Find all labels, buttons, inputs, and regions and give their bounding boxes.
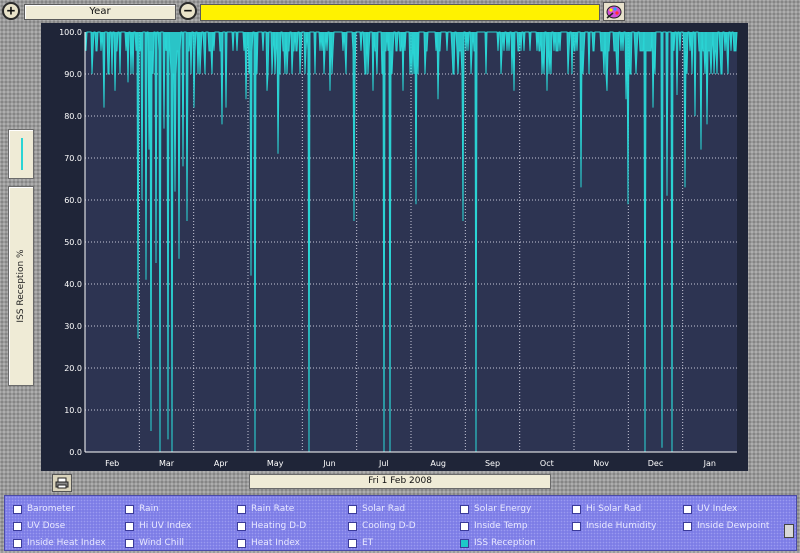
checkbox-icon [348,504,357,514]
status-bar [200,4,600,21]
y-tick-label: 50.0 [64,238,82,247]
x-tick-label: Mar [159,459,175,468]
x-tick-label: Jun [322,459,336,468]
checkbox-icon [683,504,692,514]
sensor-label: Inside Dewpoint [697,521,770,531]
sensor-checkbox-wind-chill[interactable]: Wind Chill [125,536,184,550]
sensor-label: Heat Index [251,538,300,548]
y-tick-label: 0.0 [69,448,82,457]
sensor-label: Hi Solar Rad [586,504,642,514]
date-field[interactable]: Fri 1 Feb 2008 [249,474,551,489]
sensor-checkbox-barometer[interactable]: Barometer [13,502,75,516]
x-tick-label: Nov [593,459,609,468]
sensor-checkbox-uv-index[interactable]: UV Index [683,502,737,516]
sensor-checkbox-hi-uv-index[interactable]: Hi UV Index [125,519,192,533]
sensor-label: UV Index [697,504,738,514]
print-button[interactable] [52,474,72,492]
legend-swatch[interactable] [8,129,34,179]
panel-scroll-button[interactable] [784,524,794,538]
sensor-label: Wind Chill [139,538,184,548]
y-tick-label: 20.0 [64,364,82,373]
series-label-tab[interactable]: ISS Reception % [8,186,34,386]
checkbox-icon [348,538,357,548]
checkbox-icon [125,538,134,548]
sensor-label: Inside Humidity [586,521,657,531]
sensor-checkbox-iss-reception[interactable]: ISS Reception [460,536,536,550]
checkbox-icon [13,521,22,531]
checkbox-icon [460,538,469,548]
checkbox-icon [13,538,22,548]
sensor-label: UV Dose [27,521,66,531]
y-tick-label: 80.0 [64,112,82,121]
checkbox-icon [237,521,246,531]
sensor-checkbox-inside-temp[interactable]: Inside Temp [460,519,528,533]
checkbox-icon [125,521,134,531]
period-selector[interactable]: Year [24,4,176,20]
sensor-checkbox-inside-heat-index[interactable]: Inside Heat Index [13,536,106,550]
sensor-checkbox-inside-dewpoint[interactable]: Inside Dewpoint [683,519,769,533]
sensor-label: Heating D-D [251,521,307,531]
chart-area[interactable]: 0.0 10.0 20.0 30.0 40.0 50.0 60.0 70.0 80.0 90.0 1… [41,23,748,471]
sensor-label: Rain Rate [251,504,295,514]
sensor-checkbox-rain-rate[interactable]: Rain Rate [237,502,294,516]
sensor-label: Rain [139,504,159,514]
y-tick-label: 90.0 [64,70,82,79]
checkbox-icon [237,504,246,514]
sensor-label: Inside Heat Index [27,538,106,548]
x-tick-label: Feb [105,459,119,468]
y-tick-label: 70.0 [64,154,82,163]
sensor-checkbox-heat-index[interactable]: Heat Index [237,536,300,550]
x-tick-label: Oct [540,459,554,468]
x-tick-label: Dec [648,459,663,468]
sensor-checkbox-solar-energy[interactable]: Solar Energy [460,502,531,516]
sensor-label: Solar Rad [362,504,406,514]
sensor-checkbox-heating-d-d[interactable]: Heating D-D [237,519,306,533]
x-tick-label: Jul [378,459,389,468]
paint-tool-button[interactable] [603,2,625,21]
sensor-label: Cooling D-D [362,521,416,531]
paint-palette-icon [606,5,622,19]
checkbox-icon [460,504,469,514]
checkbox-icon [237,538,246,548]
y-tick-label: 40.0 [64,280,82,289]
y-tick-label: 60.0 [64,196,82,205]
chart-svg: 0.0 10.0 20.0 30.0 40.0 50.0 60.0 70.0 80.0 90.0 1… [59,28,738,468]
sensor-checkbox-cooling-d-d[interactable]: Cooling D-D [348,519,416,533]
sensor-checkbox-et[interactable]: ET [348,536,373,550]
printer-icon [55,477,69,489]
x-tick-label: Jan [703,459,716,468]
y-tick-label: 100.0 [59,28,82,37]
sensor-label: ISS Reception [474,538,536,548]
sensor-selection-panel: Barometer Rain Rain Rate Solar Rad Solar Ene… [4,495,797,551]
checkbox-icon [13,504,22,514]
zoom-out-button[interactable]: − [179,2,197,20]
sensor-checkbox-rain[interactable]: Rain [125,502,159,516]
sensor-label: Hi UV Index [139,521,192,531]
sensor-checkbox-inside-humidity[interactable]: Inside Humidity [572,519,656,533]
checkbox-icon [683,521,692,531]
sensor-label: Inside Temp [474,521,528,531]
x-tick-label: Sep [485,459,500,468]
x-tick-label: Aug [430,459,446,468]
checkbox-icon [460,521,469,531]
sensor-label: ET [362,538,374,548]
sensor-label: Barometer [27,504,75,514]
y-tick-label: 30.0 [64,322,82,331]
x-tick-label: May [267,459,284,468]
series-tab-label: ISS Reception % [16,249,26,323]
y-tick-label: 10.0 [64,406,82,415]
checkbox-icon [572,504,581,514]
x-tick-label: Apr [214,459,229,468]
sensor-label: Solar Energy [474,504,532,514]
checkbox-icon [572,521,581,531]
zoom-in-button[interactable]: + [2,2,20,20]
checkbox-icon [125,504,134,514]
legend-line [21,138,23,170]
sensor-checkbox-uv-dose[interactable]: UV Dose [13,519,65,533]
checkbox-icon [348,521,357,531]
sensor-checkbox-hi-solar-rad[interactable]: Hi Solar Rad [572,502,641,516]
sensor-checkbox-solar-rad[interactable]: Solar Rad [348,502,405,516]
